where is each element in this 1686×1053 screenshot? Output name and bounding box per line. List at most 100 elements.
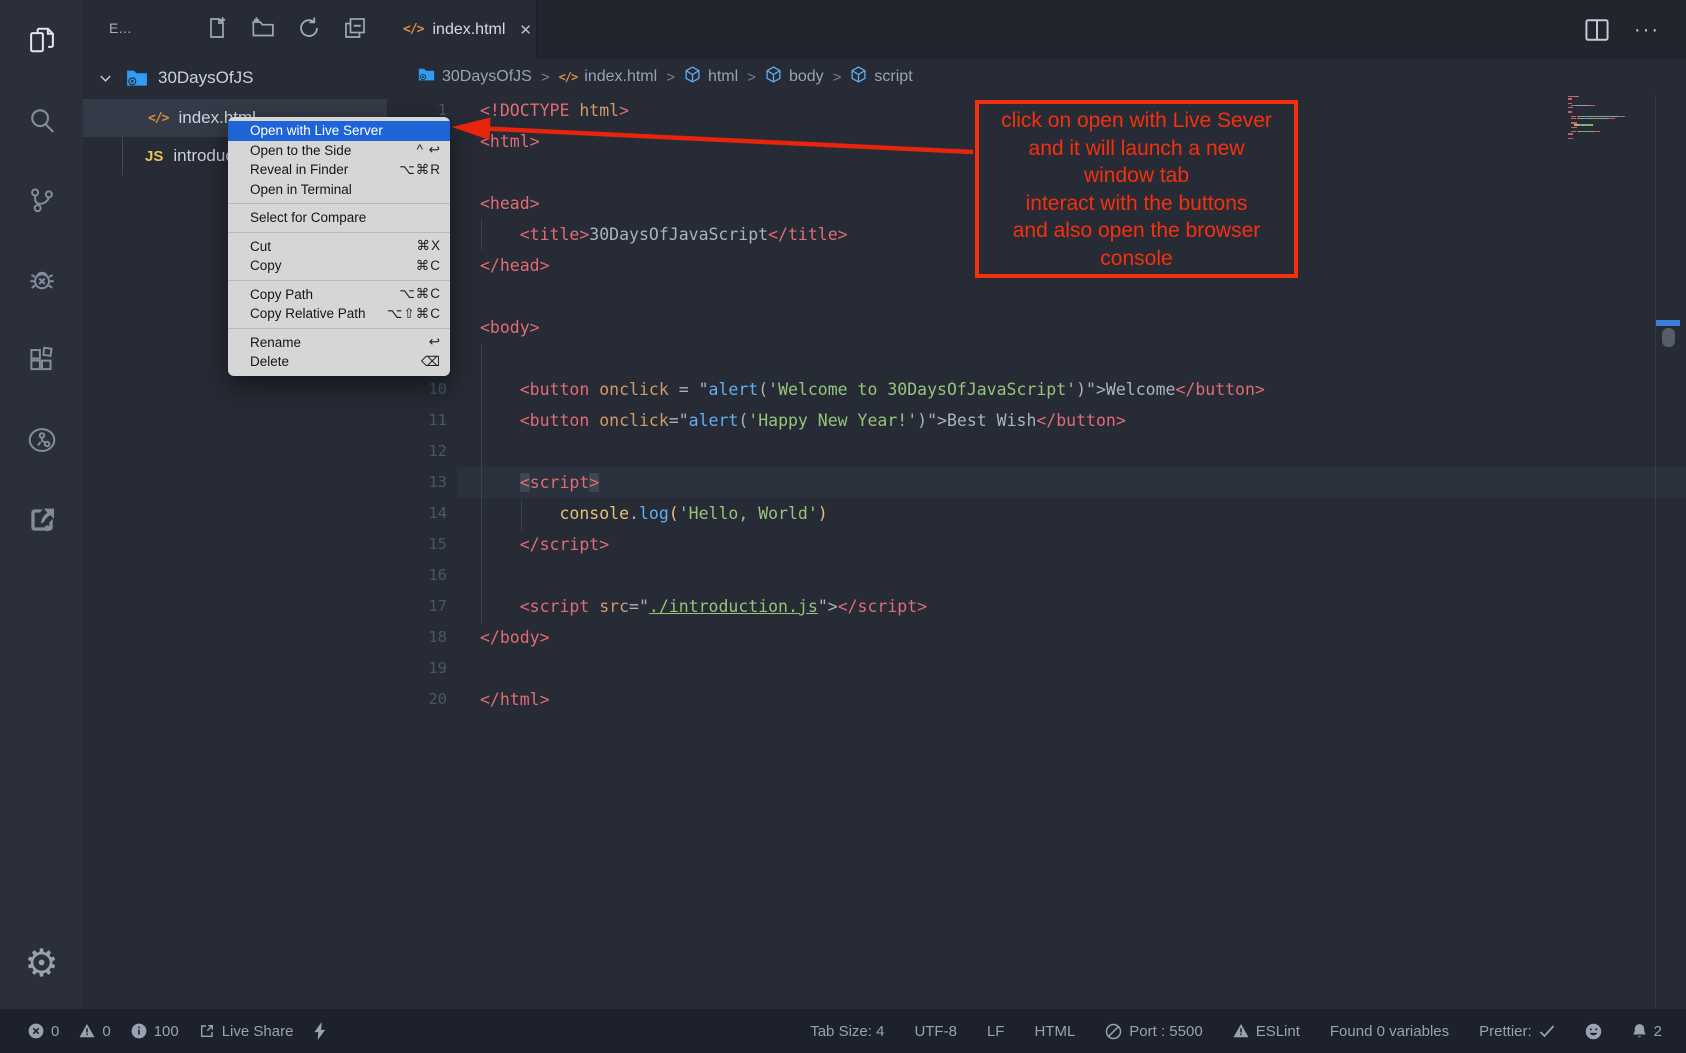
minimap-token bbox=[1589, 105, 1595, 106]
status-label: Tab Size: 4 bbox=[810, 1023, 884, 1040]
status-item-html[interactable]: HTML bbox=[1034, 1023, 1075, 1040]
status-item-eslint[interactable]: ESLint bbox=[1233, 1023, 1300, 1040]
line-number: 17 bbox=[387, 591, 447, 622]
new-file-icon[interactable] bbox=[204, 15, 229, 40]
minimap-token bbox=[1587, 118, 1599, 119]
status-item-utf-8[interactable]: UTF-8 bbox=[914, 1023, 957, 1040]
explorer-toolbar bbox=[204, 15, 367, 40]
code-line-text: <body> bbox=[480, 312, 540, 343]
explorer-icon[interactable] bbox=[0, 0, 83, 80]
code-line-11[interactable]: 11 <button onclick="alert('Happy New Yea… bbox=[387, 405, 1686, 436]
status-item-port-5500[interactable]: Port : 5500 bbox=[1105, 1023, 1202, 1040]
code-token: alert bbox=[709, 380, 759, 399]
code-line-text: console.log('Hello, World') bbox=[480, 498, 828, 529]
code-line-17[interactable]: 17 <script src="./introduction.js"></scr… bbox=[387, 591, 1686, 622]
status-label: 2 bbox=[1654, 1023, 1662, 1040]
code-line-14[interactable]: 14 console.log('Hello, World') bbox=[387, 498, 1686, 529]
code-line-19[interactable]: 19 bbox=[387, 653, 1686, 684]
scrollbar-thumb[interactable] bbox=[1662, 328, 1675, 347]
status-item-zap[interactable] bbox=[313, 1022, 327, 1040]
code-token: onclick bbox=[599, 411, 669, 430]
share-export-icon[interactable] bbox=[0, 480, 83, 560]
source-control-icon[interactable] bbox=[0, 160, 83, 240]
status-item-0[interactable]: 0 bbox=[79, 1023, 110, 1040]
code-line-7[interactable]: 7 bbox=[387, 281, 1686, 312]
menu-item-open-to-the-side[interactable]: Open to the Side^ ↩ bbox=[228, 141, 450, 161]
refresh-icon[interactable] bbox=[296, 15, 321, 40]
status-item-0[interactable]: 0 bbox=[28, 1023, 59, 1040]
code-token bbox=[480, 504, 559, 523]
breadcrumb-item-html[interactable]: html bbox=[684, 66, 738, 88]
breadcrumb-separator: > bbox=[666, 69, 675, 86]
settings-gear-icon[interactable]: ⚙ bbox=[0, 925, 83, 1001]
status-item-found-0-variables[interactable]: Found 0 variables bbox=[1330, 1023, 1449, 1040]
code-line-20[interactable]: 20</html> bbox=[387, 684, 1686, 715]
tab-index-html[interactable]: </> index.html ✕ bbox=[387, 0, 537, 59]
new-folder-icon[interactable] bbox=[250, 15, 275, 40]
warning-icon bbox=[1233, 1023, 1249, 1039]
close-icon[interactable]: ✕ bbox=[519, 21, 532, 39]
minimap-line bbox=[1568, 118, 1628, 119]
status-item-smiley[interactable] bbox=[1585, 1023, 1602, 1040]
minimap-token bbox=[1618, 116, 1624, 117]
breadcrumb-item-body[interactable]: body bbox=[765, 66, 824, 88]
menu-item-reveal-in-finder[interactable]: Reveal in Finder⌥⌘R bbox=[228, 160, 450, 180]
status-item-live-share[interactable]: Live Share bbox=[199, 1023, 294, 1040]
code-line-10[interactable]: 10 <button onclick = "alert('Welcome to … bbox=[387, 374, 1686, 405]
search-icon[interactable] bbox=[0, 80, 83, 160]
menu-item-select-for-compare[interactable]: Select for Compare bbox=[228, 208, 450, 228]
status-label: LF bbox=[987, 1023, 1005, 1040]
status-item-2[interactable]: 2 bbox=[1632, 1023, 1662, 1040]
code-line-12[interactable]: 12 bbox=[387, 436, 1686, 467]
minimap-line bbox=[1568, 120, 1628, 121]
slash-icon bbox=[1105, 1023, 1122, 1040]
status-item-tab-size-4[interactable]: Tab Size: 4 bbox=[810, 1023, 884, 1040]
menu-item-rename[interactable]: Rename↩ bbox=[228, 333, 450, 353]
status-label: Live Share bbox=[222, 1023, 294, 1040]
minimap[interactable] bbox=[1568, 96, 1628, 140]
line-number: 12 bbox=[387, 436, 447, 467]
menu-item-copy-path[interactable]: Copy Path⌥⌘C bbox=[228, 285, 450, 305]
menu-item-open-in-terminal[interactable]: Open in Terminal bbox=[228, 180, 450, 200]
code-line-13[interactable]: 13 <script> bbox=[387, 467, 1686, 498]
status-item-100[interactable]: 100 bbox=[131, 1023, 179, 1040]
status-right: Tab Size: 4 UTF-8 LF HTML Port : 5500 ESLint F… bbox=[810, 1023, 1662, 1040]
breadcrumb-item-script[interactable]: script bbox=[850, 66, 912, 88]
more-actions-icon[interactable]: ··· bbox=[1634, 25, 1660, 35]
menu-item-open-with-live-server[interactable]: Open with Live Server bbox=[228, 121, 450, 141]
menu-item-delete[interactable]: Delete⌫ bbox=[228, 352, 450, 372]
split-editor-icon[interactable] bbox=[1584, 17, 1610, 43]
status-item-prettier[interactable]: Prettier: bbox=[1479, 1023, 1555, 1040]
code-token: )"> bbox=[917, 411, 947, 430]
code-token: onclick bbox=[599, 380, 669, 399]
code-line-8[interactable]: 8<body> bbox=[387, 312, 1686, 343]
status-label: 0 bbox=[51, 1023, 59, 1040]
status-item-lf[interactable]: LF bbox=[987, 1023, 1005, 1040]
menu-separator bbox=[228, 203, 450, 204]
live-share-icon[interactable] bbox=[0, 400, 83, 480]
breadcrumb-label: html bbox=[708, 68, 738, 86]
minimap-line bbox=[1568, 124, 1628, 125]
status-label: 100 bbox=[154, 1023, 179, 1040]
tab-strip: </> index.html ✕ ··· bbox=[387, 0, 1686, 59]
menu-item-copy-relative-path[interactable]: Copy Relative Path⌥⇧⌘C bbox=[228, 304, 450, 324]
code-line-15[interactable]: 15 </script> bbox=[387, 529, 1686, 560]
code-line-9[interactable]: 9 bbox=[387, 343, 1686, 374]
code-line-16[interactable]: 16 bbox=[387, 560, 1686, 591]
run-debug-icon[interactable] bbox=[0, 240, 83, 320]
context-menu: Open with Live ServerOpen to the Side^ ↩… bbox=[228, 117, 450, 376]
menu-item-copy[interactable]: Copy⌘C bbox=[228, 256, 450, 276]
breadcrumb-item-index-html[interactable]: </>index.html bbox=[559, 68, 658, 86]
code-line-text: </head> bbox=[480, 250, 550, 281]
collapse-all-icon[interactable] bbox=[342, 15, 367, 40]
tree-item-folder-30daysofjs[interactable]: 30DaysOfJS bbox=[83, 59, 387, 97]
cube-icon bbox=[684, 66, 701, 88]
menu-item-cut[interactable]: Cut⌘X bbox=[228, 237, 450, 257]
code-line-18[interactable]: 18</body> bbox=[387, 622, 1686, 653]
status-bar: 0 0 100 Live Share Tab Size: 4 UTF-8 LF HTML Po… bbox=[0, 1009, 1686, 1053]
minimap-token bbox=[1568, 107, 1573, 108]
code-token: ( bbox=[669, 504, 679, 523]
extensions-icon[interactable] bbox=[0, 320, 83, 400]
breadcrumb-item-30daysofjs[interactable]: 30DaysOfJS bbox=[418, 67, 532, 87]
minimap-token bbox=[1608, 118, 1614, 119]
